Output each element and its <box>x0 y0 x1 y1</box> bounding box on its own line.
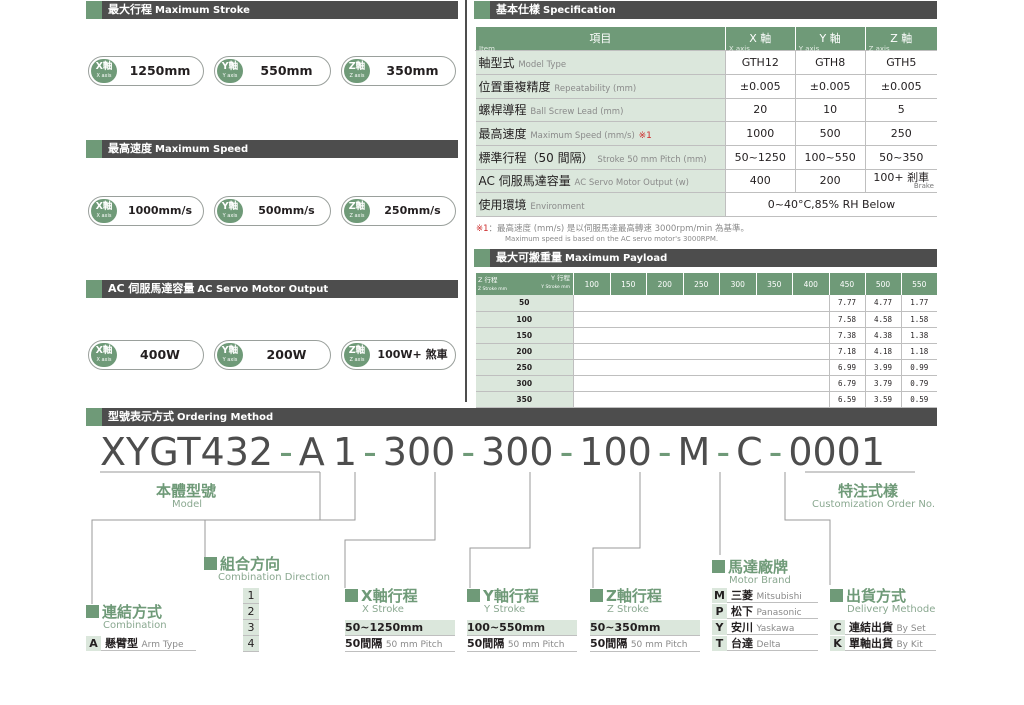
square-icon <box>345 589 358 602</box>
option-en: Delta <box>756 640 781 650</box>
delivery-subtitle: Delivery Methode <box>847 604 936 615</box>
range-value: 50~1250mm <box>345 621 424 634</box>
z-stroke-zh: Z軸行程 <box>606 587 662 605</box>
direction-option: 2 <box>243 604 259 620</box>
option-key: Y <box>712 620 727 635</box>
option-en: Panasonic <box>756 608 802 618</box>
combination-option: A 懸臂型 Arm Type <box>86 636 196 651</box>
option-key: P <box>712 604 727 619</box>
pitch-en: 50 mm Pitch <box>385 640 443 650</box>
pitch-zh: 50間隔 <box>345 637 383 650</box>
combination-zh: 連結方式 <box>102 603 163 621</box>
z-stroke-range: 50~350mm <box>590 620 700 636</box>
direction-title: 組合方向 <box>204 553 280 574</box>
motor-brand-option: M 三菱 Mitsubishi <box>712 588 818 603</box>
direction-zh: 組合方向 <box>220 555 281 573</box>
pitch-en: 50 mm Pitch <box>630 640 688 650</box>
option-key: K <box>830 636 845 651</box>
range-value: 100~550mm <box>467 621 546 634</box>
motor-brand-option: P 松下 Panasonic <box>712 604 818 619</box>
combination-title: 連結方式 <box>86 601 162 622</box>
pitch-zh: 50間隔 <box>590 637 628 650</box>
model-title: 本體型號 <box>156 482 217 500</box>
motor-brand-zh: 馬達廠牌 <box>728 558 789 576</box>
option-en: By Kit <box>896 640 923 650</box>
model-subtitle: Model <box>172 499 203 510</box>
y-stroke-pitch: 50間隔 50 mm Pitch <box>467 636 577 652</box>
option-zh: 三菱 <box>731 589 753 602</box>
square-icon <box>86 605 99 618</box>
option-zh: 懸臂型 <box>105 637 138 650</box>
option-zh: 台達 <box>731 637 753 650</box>
pitch-en: 50 mm Pitch <box>507 640 565 650</box>
motor-brand-title: 馬達廠牌 <box>712 556 788 577</box>
square-icon <box>712 560 725 573</box>
option-key: M <box>712 588 727 603</box>
delivery-option: C 連結出貨 By Set <box>830 620 936 635</box>
z-stroke-title: Z軸行程 <box>590 585 662 606</box>
delivery-option: K 單軸出貨 By Kit <box>830 636 936 651</box>
direction-option: 1 <box>243 588 259 604</box>
square-icon <box>467 589 480 602</box>
pitch-zh: 50間隔 <box>467 637 505 650</box>
motor-brand-option: T 台達 Delta <box>712 636 818 651</box>
option-en: Yaskawa <box>756 624 795 634</box>
option-zh: 安川 <box>731 621 753 634</box>
motor-brand-subtitle: Motor Brand <box>729 575 791 586</box>
option-key: C <box>830 620 845 635</box>
y-stroke-range: 100~550mm <box>467 620 577 636</box>
custom-title: 特注式樣 <box>838 482 899 500</box>
option-en: Arm Type <box>141 640 184 650</box>
combination-subtitle: Combination <box>103 620 167 631</box>
option-zh: 單軸出貨 <box>849 637 893 650</box>
z-stroke-subtitle: Z Stroke <box>607 604 649 615</box>
option-en: By Set <box>896 624 926 634</box>
y-stroke-zh: Y軸行程 <box>483 587 539 605</box>
x-stroke-title: X軸行程 <box>345 585 418 606</box>
delivery-zh: 出貨方式 <box>846 587 907 605</box>
option-en: Mitsubishi <box>756 592 802 602</box>
y-stroke-subtitle: Y Stroke <box>484 604 526 615</box>
square-icon <box>830 589 843 602</box>
delivery-title: 出貨方式 <box>830 585 906 606</box>
option-zh: 連結出貨 <box>849 621 893 634</box>
option-key: A <box>86 636 101 651</box>
x-stroke-range: 50~1250mm <box>345 620 455 636</box>
direction-option: 4 <box>243 636 259 652</box>
direction-option: 3 <box>243 620 259 636</box>
custom-subtitle: Customization Order No. <box>812 499 935 510</box>
x-stroke-pitch: 50間隔 50 mm Pitch <box>345 636 455 652</box>
square-icon <box>204 557 217 570</box>
x-stroke-zh: X軸行程 <box>361 587 418 605</box>
range-value: 50~350mm <box>590 621 661 634</box>
option-key: T <box>712 636 727 651</box>
y-stroke-title: Y軸行程 <box>467 585 539 606</box>
direction-subtitle: Combination Direction <box>218 572 330 583</box>
option-zh: 松下 <box>731 605 753 618</box>
x-stroke-subtitle: X Stroke <box>362 604 404 615</box>
z-stroke-pitch: 50間隔 50 mm Pitch <box>590 636 700 652</box>
square-icon <box>590 589 603 602</box>
motor-brand-option: Y 安川 Yaskawa <box>712 620 818 635</box>
